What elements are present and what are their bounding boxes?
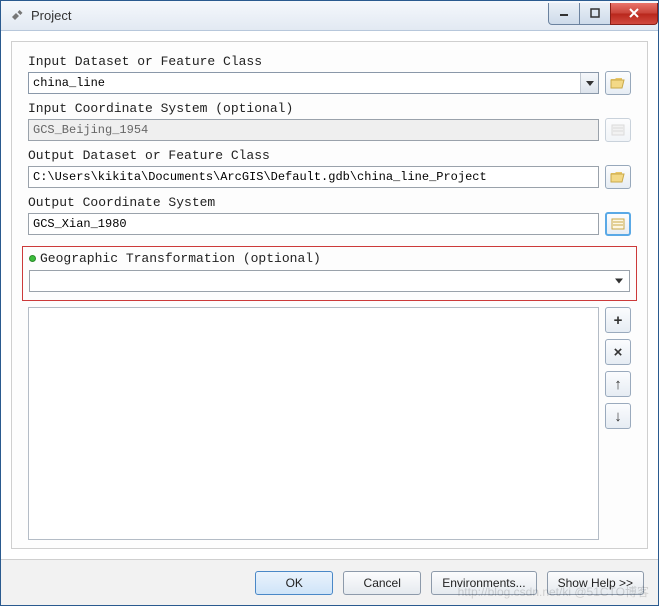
browse-input-button[interactable] [605, 71, 631, 95]
input-dataset-field[interactable] [29, 73, 580, 93]
arrow-up-icon: ↑ [614, 376, 622, 393]
output-cs-field[interactable] [28, 213, 599, 235]
transformation-dropdown[interactable] [29, 270, 630, 292]
project-dialog: Project Input Dataset or Feature Class [0, 0, 659, 606]
environments-button[interactable]: Environments... [431, 571, 536, 595]
input-cs-field [28, 119, 599, 141]
add-button[interactable]: + [605, 307, 631, 333]
plus-icon: + [614, 312, 623, 329]
arrow-down-icon: ↓ [614, 408, 622, 425]
input-cs-label: Input Coordinate System (optional) [28, 101, 631, 116]
transformation-label: Geographic Transformation (optional) [40, 251, 321, 266]
move-up-button[interactable]: ↑ [605, 371, 631, 397]
remove-button[interactable]: × [605, 339, 631, 365]
maximize-button[interactable] [579, 3, 611, 25]
output-cs-label: Output Coordinate System [28, 195, 631, 210]
minimize-button[interactable] [548, 3, 580, 25]
chevron-down-icon [615, 279, 623, 284]
close-button[interactable] [610, 3, 658, 25]
cancel-button[interactable]: Cancel [343, 571, 421, 595]
input-dataset-combo[interactable] [28, 72, 599, 94]
hammer-icon [9, 8, 25, 24]
output-dataset-field[interactable] [28, 166, 599, 188]
ok-button[interactable]: OK [255, 571, 333, 595]
window-title: Project [31, 8, 549, 23]
input-dataset-label: Input Dataset or Feature Class [28, 54, 631, 69]
x-icon: × [614, 344, 623, 361]
status-dot-icon [29, 255, 36, 262]
transformation-list[interactable] [28, 307, 599, 540]
browse-output-cs-button[interactable] [605, 212, 631, 236]
transformation-group: Geographic Transformation (optional) [22, 246, 637, 301]
dialog-body: Input Dataset or Feature Class Input Coo… [11, 41, 648, 549]
output-dataset-label: Output Dataset or Feature Class [28, 148, 631, 163]
move-down-button[interactable]: ↓ [605, 403, 631, 429]
titlebar[interactable]: Project [1, 1, 658, 31]
dialog-footer: OK Cancel Environments... Show Help >> [1, 559, 658, 605]
window-controls [549, 3, 658, 25]
dropdown-icon[interactable] [580, 73, 598, 93]
show-help-button[interactable]: Show Help >> [547, 571, 644, 595]
browse-output-button[interactable] [605, 165, 631, 189]
browse-input-cs-button [605, 118, 631, 142]
